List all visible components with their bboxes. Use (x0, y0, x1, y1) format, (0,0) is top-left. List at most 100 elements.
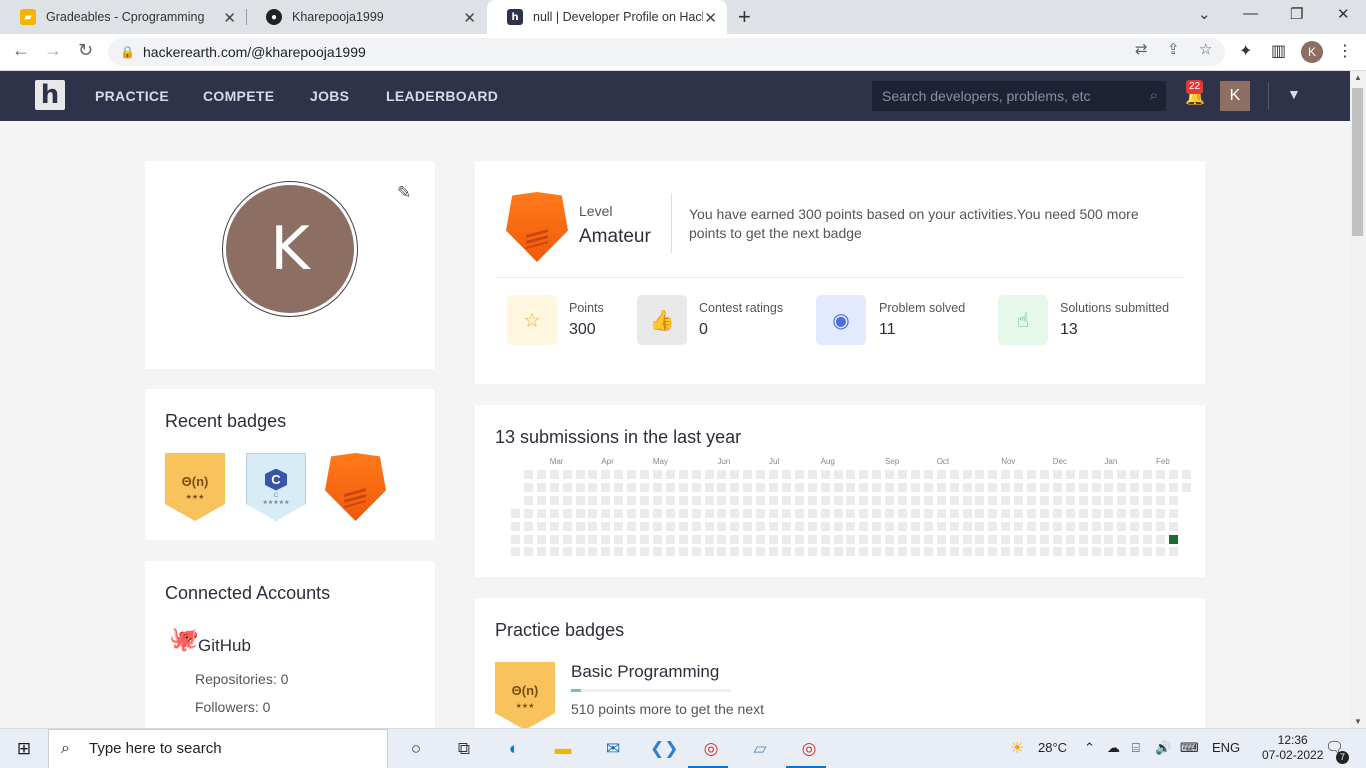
heatmap-cell[interactable] (1156, 495, 1165, 505)
page-scrollbar[interactable]: ▲ ▼ (1350, 71, 1366, 728)
heatmap-cell[interactable] (872, 534, 882, 544)
heatmap-cell[interactable] (833, 521, 843, 531)
basic-programming-badge-icon[interactable]: Θ(n) ★★★ (495, 662, 555, 730)
heatmap-cell[interactable] (807, 521, 817, 531)
heatmap-cell[interactable] (1091, 508, 1101, 518)
heatmap-cell[interactable] (627, 508, 637, 518)
notepad-icon[interactable]: ▱ (748, 737, 772, 761)
heatmap-cell[interactable] (769, 482, 778, 492)
heatmap-cell[interactable] (794, 521, 804, 531)
heatmap-cell[interactable] (794, 547, 804, 557)
heatmap-cell[interactable] (601, 547, 611, 557)
heatmap-cell[interactable] (691, 482, 701, 492)
heatmap-cell[interactable] (1091, 547, 1101, 557)
heatmap-cell[interactable] (691, 495, 701, 505)
heatmap-cell[interactable] (885, 547, 895, 557)
address-bar[interactable]: 🔒 hackerearth.com/@kharepooja1999 (108, 38, 1225, 66)
heatmap-cell[interactable] (601, 482, 611, 492)
heatmap-cell[interactable] (743, 547, 753, 557)
heatmap-cell[interactable] (640, 547, 649, 557)
heatmap-cell[interactable] (846, 482, 856, 492)
nav-leaderboard[interactable]: LEADERBOARD (386, 88, 498, 104)
heatmap-cell[interactable] (511, 508, 520, 518)
heatmap-cell[interactable] (1001, 547, 1011, 557)
heatmap-cell[interactable] (807, 470, 817, 479)
heatmap-cell[interactable] (704, 482, 714, 492)
share-icon[interactable]: ⇪ (1167, 40, 1180, 58)
heatmap-cell[interactable] (704, 495, 714, 505)
maximize-icon[interactable]: ❐ (1290, 5, 1303, 23)
heatmap-cell[interactable] (1117, 521, 1127, 531)
heatmap-cell[interactable] (794, 470, 804, 479)
heatmap-cell[interactable] (1078, 521, 1088, 531)
heatmap-cell[interactable] (1014, 521, 1024, 531)
heatmap-cell[interactable] (652, 547, 662, 557)
heatmap-cell[interactable] (794, 495, 804, 505)
heatmap-cell[interactable] (678, 547, 688, 557)
heatmap-cell[interactable] (859, 521, 869, 531)
side-panel-icon[interactable]: ▥ (1271, 41, 1286, 61)
heatmap-cell[interactable] (1168, 482, 1178, 492)
heatmap-cell[interactable] (859, 547, 869, 557)
c-language-badge-icon[interactable]: C C ★★★★★ (246, 453, 306, 521)
heatmap-cell[interactable] (743, 495, 753, 505)
heatmap-cell[interactable] (1091, 534, 1101, 544)
heatmap-cell[interactable] (1001, 508, 1011, 518)
nav-practice[interactable]: PRACTICE (95, 88, 169, 104)
heatmap-cell[interactable] (640, 470, 649, 479)
heatmap-cell[interactable] (730, 521, 740, 531)
heatmap-cell[interactable] (975, 508, 985, 518)
file-explorer-icon[interactable]: ▬ (551, 737, 575, 761)
heatmap-cell[interactable] (820, 521, 830, 531)
heatmap-cell[interactable] (536, 495, 546, 505)
heatmap-cell[interactable] (756, 508, 766, 518)
heatmap-cell[interactable] (1065, 521, 1075, 531)
minimize-icon[interactable]: — (1243, 5, 1258, 22)
heatmap-cell[interactable] (846, 470, 856, 479)
heatmap-cell[interactable] (549, 534, 559, 544)
heatmap-cell[interactable] (627, 495, 637, 505)
heatmap-cell[interactable] (975, 495, 985, 505)
heatmap-cell[interactable] (1091, 521, 1101, 531)
heatmap-cell[interactable] (678, 470, 688, 479)
heatmap-cell[interactable] (536, 547, 546, 557)
big-o-badge-icon[interactable]: Θ(n) ★★★ (165, 453, 225, 521)
heatmap-cell[interactable] (665, 508, 675, 518)
heatmap-cell[interactable] (1168, 534, 1178, 544)
heatmap-cell[interactable] (562, 495, 572, 505)
heatmap-cell[interactable] (614, 508, 624, 518)
heatmap-cell[interactable] (614, 482, 624, 492)
network-icon[interactable]: ⌸ (1132, 740, 1140, 756)
heatmap-cell[interactable] (885, 534, 895, 544)
heatmap-cell[interactable] (536, 470, 546, 479)
heatmap-cell[interactable] (1078, 495, 1088, 505)
heatmap-cell[interactable] (949, 508, 959, 518)
heatmap-cell[interactable] (988, 534, 998, 544)
heatmap-cell[interactable] (962, 534, 972, 544)
heatmap-cell[interactable] (1027, 521, 1036, 531)
heatmap-cell[interactable] (562, 508, 572, 518)
heatmap-cell[interactable] (1065, 470, 1075, 479)
reload-icon[interactable]: ↻ (78, 40, 93, 61)
heatmap-cell[interactable] (1143, 495, 1153, 505)
heatmap-cell[interactable] (652, 534, 662, 544)
heatmap-cell[interactable] (523, 534, 533, 544)
heatmap-cell[interactable] (1104, 482, 1114, 492)
heatmap-cell[interactable] (536, 521, 546, 531)
heatmap-cell[interactable] (807, 508, 817, 518)
heatmap-cell[interactable] (1156, 521, 1165, 531)
heatmap-cell[interactable] (730, 508, 740, 518)
browser-profile-avatar[interactable]: K (1301, 41, 1323, 63)
heatmap-cell[interactable] (652, 470, 662, 479)
heatmap-cell[interactable] (975, 521, 985, 531)
heatmap-cell[interactable] (1181, 482, 1191, 492)
heatmap-cell[interactable] (1065, 495, 1075, 505)
heatmap-cell[interactable] (1065, 534, 1075, 544)
heatmap-cell[interactable] (691, 534, 701, 544)
close-tab-icon[interactable]: ✕ (704, 9, 717, 27)
heatmap-cell[interactable] (730, 482, 740, 492)
heatmap-cell[interactable] (627, 547, 637, 557)
heatmap-cell[interactable] (885, 482, 895, 492)
bookmark-star-icon[interactable]: ☆ (1199, 40, 1212, 58)
heatmap-cell[interactable] (1104, 495, 1114, 505)
